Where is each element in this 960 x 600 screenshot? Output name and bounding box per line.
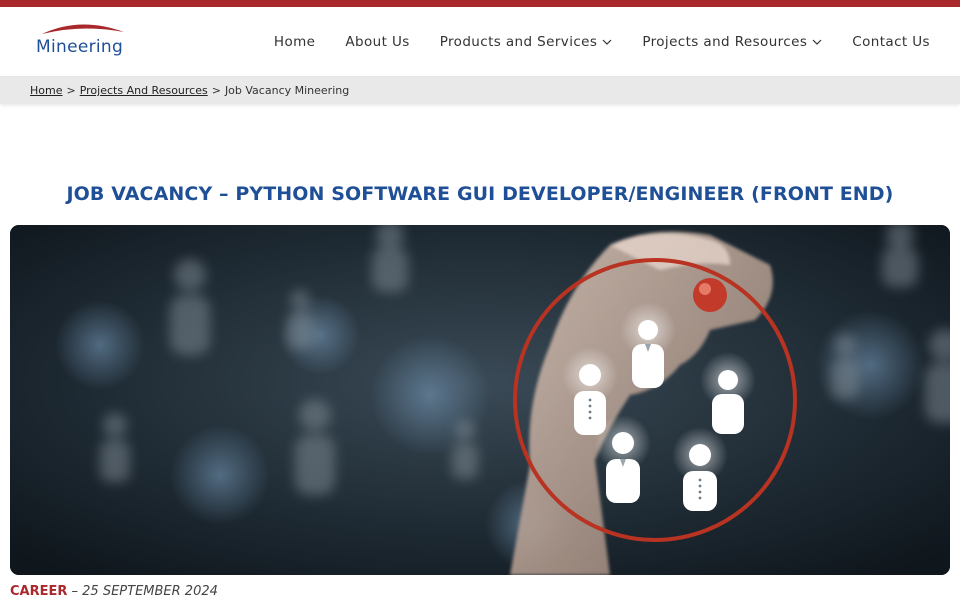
nav-item-about-us[interactable]: About Us [345,34,409,50]
nav-item-projects-and-resources[interactable]: Projects and Resources [642,34,822,50]
breadcrumb-separator: > [211,84,221,97]
article-date: 25 SEPTEMBER 2024 [82,584,218,599]
breadcrumb: Home > Projects And Resources > Job Vaca… [0,77,960,104]
nav-item-label: Contact Us [852,33,930,50]
article-meta: CAREER – 25 SEPTEMBER 2024 [10,584,960,599]
logo-wordmark: Mineering [36,36,124,57]
breadcrumb-section-link[interactable]: Projects And Resources [80,84,208,97]
chevron-down-icon [602,39,612,45]
top-accent-bar [0,0,960,7]
nav-item-products-and-services[interactable]: Products and Services [440,34,613,50]
nav-item-contact-us[interactable]: Contact Us [852,34,930,50]
article-category[interactable]: CAREER [10,584,67,599]
mineering-logo[interactable]: Mineering [36,20,126,64]
page-title: JOB VACANCY – PYTHON SOFTWARE GUI DEVELO… [66,183,894,205]
nav-item-home[interactable]: Home [274,34,315,50]
meta-separator: – [67,584,83,599]
site-header: Mineering Home About Us Products and Ser… [0,7,960,77]
main-nav: Home About Us Products and Services Proj… [274,34,930,50]
logo-swoosh-icon [42,23,124,34]
breadcrumb-home-link[interactable]: Home [30,84,62,97]
chevron-down-icon [812,39,822,45]
nav-item-label: Projects and Resources [642,33,808,50]
breadcrumb-separator: > [66,84,76,97]
nav-item-label: Products and Services [439,33,598,50]
breadcrumb-current: Job Vacancy Mineering [224,84,350,97]
nav-item-label: Home [273,33,316,50]
hero-image [10,225,950,575]
people-selection-icon [10,225,950,575]
nav-item-label: About Us [345,33,410,50]
